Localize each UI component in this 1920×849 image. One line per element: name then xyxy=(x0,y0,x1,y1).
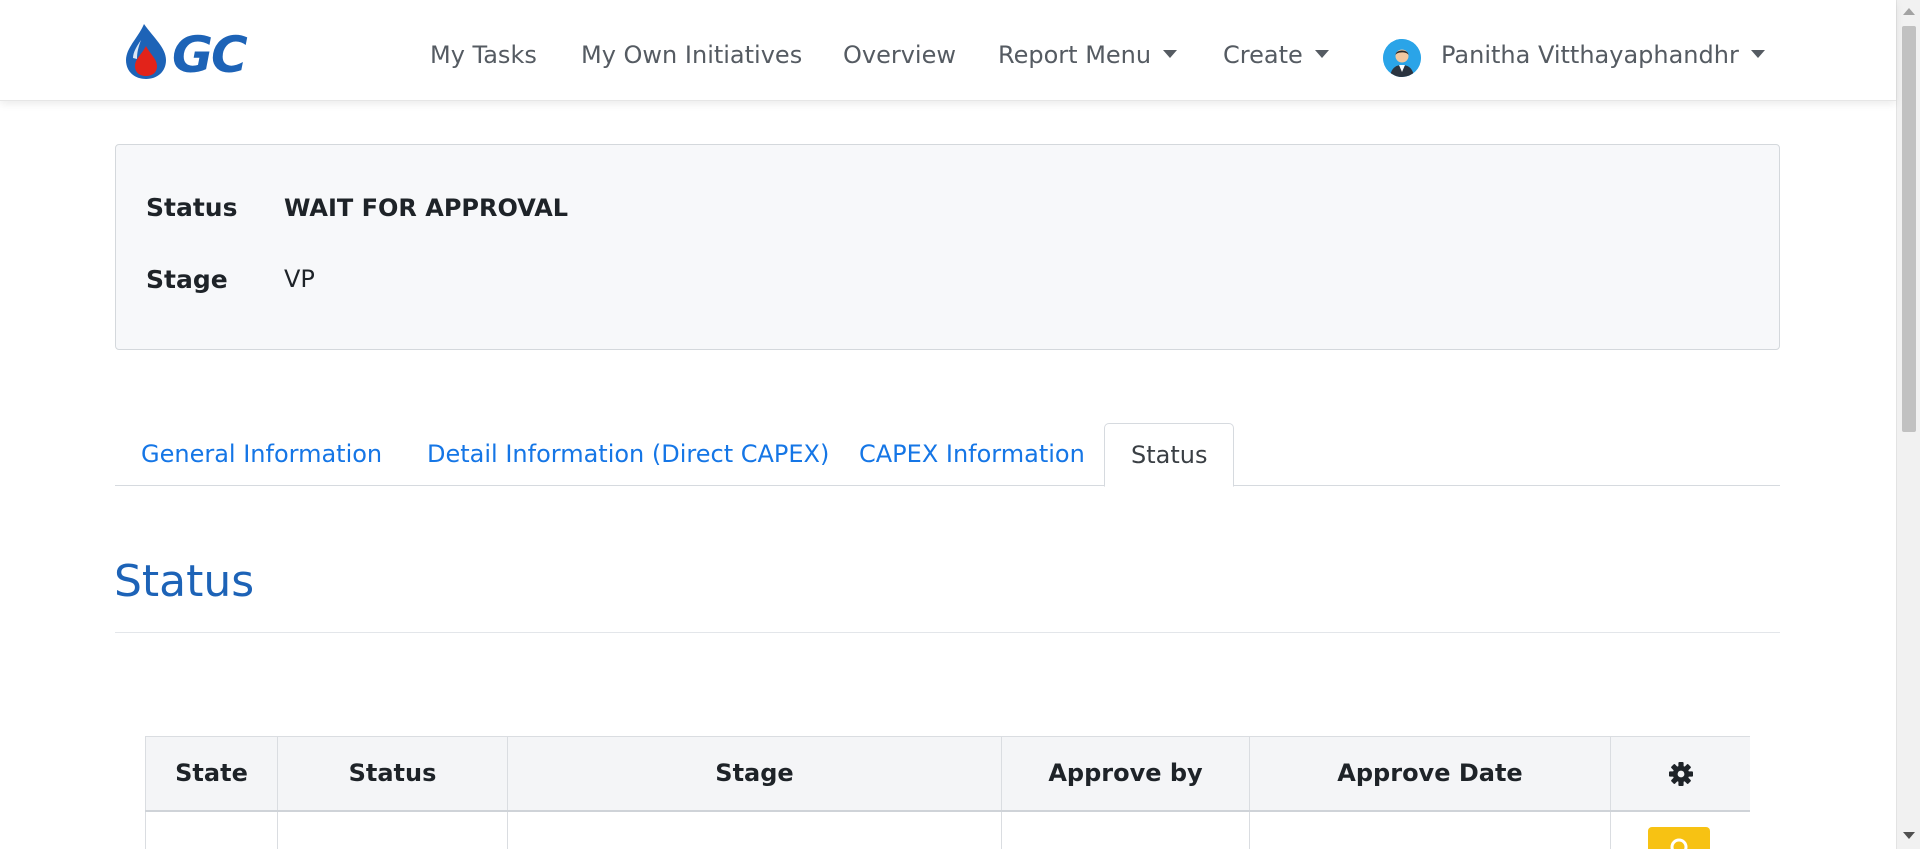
table-cell-approve-date xyxy=(1249,810,1611,849)
status-value: WAIT FOR APPROVAL xyxy=(284,194,569,222)
nav-my-own-initiatives-label: My Own Initiatives xyxy=(581,41,803,69)
gear-icon xyxy=(1668,762,1693,787)
scroll-up-arrow-icon[interactable] xyxy=(1903,8,1915,15)
status-table: State Status Stage Approve by Approve Da… xyxy=(145,736,1750,849)
nav-create-label: Create xyxy=(1223,41,1303,69)
column-header-stage[interactable]: Stage xyxy=(507,736,1002,812)
page-scrollbar[interactable] xyxy=(1896,0,1920,849)
tab-status[interactable]: Status xyxy=(1104,423,1235,487)
nav-overview[interactable]: Overview xyxy=(843,40,956,70)
detail-tabs: General Information Detail Information (… xyxy=(115,423,1780,487)
caret-down-icon xyxy=(1163,50,1178,58)
scroll-down-arrow-icon[interactable] xyxy=(1903,832,1915,839)
table-cell-actions xyxy=(1610,810,1750,849)
column-header-approve-date[interactable]: Approve Date xyxy=(1249,736,1611,812)
tab-detail-information-label: Detail Information (Direct CAPEX) xyxy=(427,440,830,468)
caret-down-icon xyxy=(1314,50,1329,58)
tab-detail-information[interactable]: Detail Information (Direct CAPEX) xyxy=(401,423,855,486)
edit-icon xyxy=(1670,838,1688,849)
gc-logo[interactable]: GC xyxy=(124,22,294,80)
column-header-state[interactable]: State xyxy=(145,736,278,812)
user-name: Panitha Vitthayaphandhr xyxy=(1441,41,1739,69)
tab-capex-information[interactable]: CAPEX Information xyxy=(833,423,1111,486)
table-cell-state xyxy=(145,810,278,849)
user-avatar-icon xyxy=(1383,39,1421,77)
nav-overview-label: Overview xyxy=(843,41,956,69)
user-avatar[interactable] xyxy=(1383,39,1421,77)
column-header-status[interactable]: Status xyxy=(277,736,508,812)
user-menu-dropdown[interactable]: Panitha Vitthayaphandhr xyxy=(1441,40,1765,70)
nav-create-dropdown[interactable]: Create xyxy=(1223,40,1329,70)
nav-report-menu-dropdown[interactable]: Report Menu xyxy=(998,40,1178,70)
edit-button[interactable] xyxy=(1648,826,1710,849)
stage-value: VP xyxy=(284,265,315,293)
column-header-settings[interactable] xyxy=(1610,736,1750,812)
tab-general-information-label: General Information xyxy=(141,440,383,468)
table-header-row: State Status Stage Approve by Approve Da… xyxy=(145,736,1750,812)
stage-label: Stage xyxy=(146,265,228,294)
tab-status-label: Status xyxy=(1131,441,1208,469)
table-row xyxy=(145,810,1750,849)
nav-my-tasks[interactable]: My Tasks xyxy=(430,40,537,70)
nav-report-menu-label: Report Menu xyxy=(998,41,1152,69)
status-table-container: State Status Stage Approve by Approve Da… xyxy=(145,736,1750,849)
section-divider xyxy=(115,632,1780,633)
nav-my-own-initiatives[interactable]: My Own Initiatives xyxy=(581,40,802,70)
gc-logo-text: GC xyxy=(172,26,248,80)
table-cell-status xyxy=(277,810,508,849)
table-cell-approve-by xyxy=(1001,810,1250,849)
section-title: Status xyxy=(114,556,255,607)
tab-capex-information-label: CAPEX Information xyxy=(859,440,1085,468)
status-summary-panel: Status WAIT FOR APPROVAL Stage VP xyxy=(115,144,1780,350)
nav-my-tasks-label: My Tasks xyxy=(430,41,537,69)
status-label: Status xyxy=(146,193,238,222)
tab-general-information[interactable]: General Information xyxy=(115,423,408,486)
top-navbar: GC My Tasks My Own Initiatives Overview … xyxy=(0,0,1896,101)
caret-down-icon xyxy=(1750,50,1765,58)
table-cell-stage xyxy=(507,810,1002,849)
scrollbar-thumb[interactable] xyxy=(1902,26,1916,432)
column-header-approve-by[interactable]: Approve by xyxy=(1001,736,1250,812)
